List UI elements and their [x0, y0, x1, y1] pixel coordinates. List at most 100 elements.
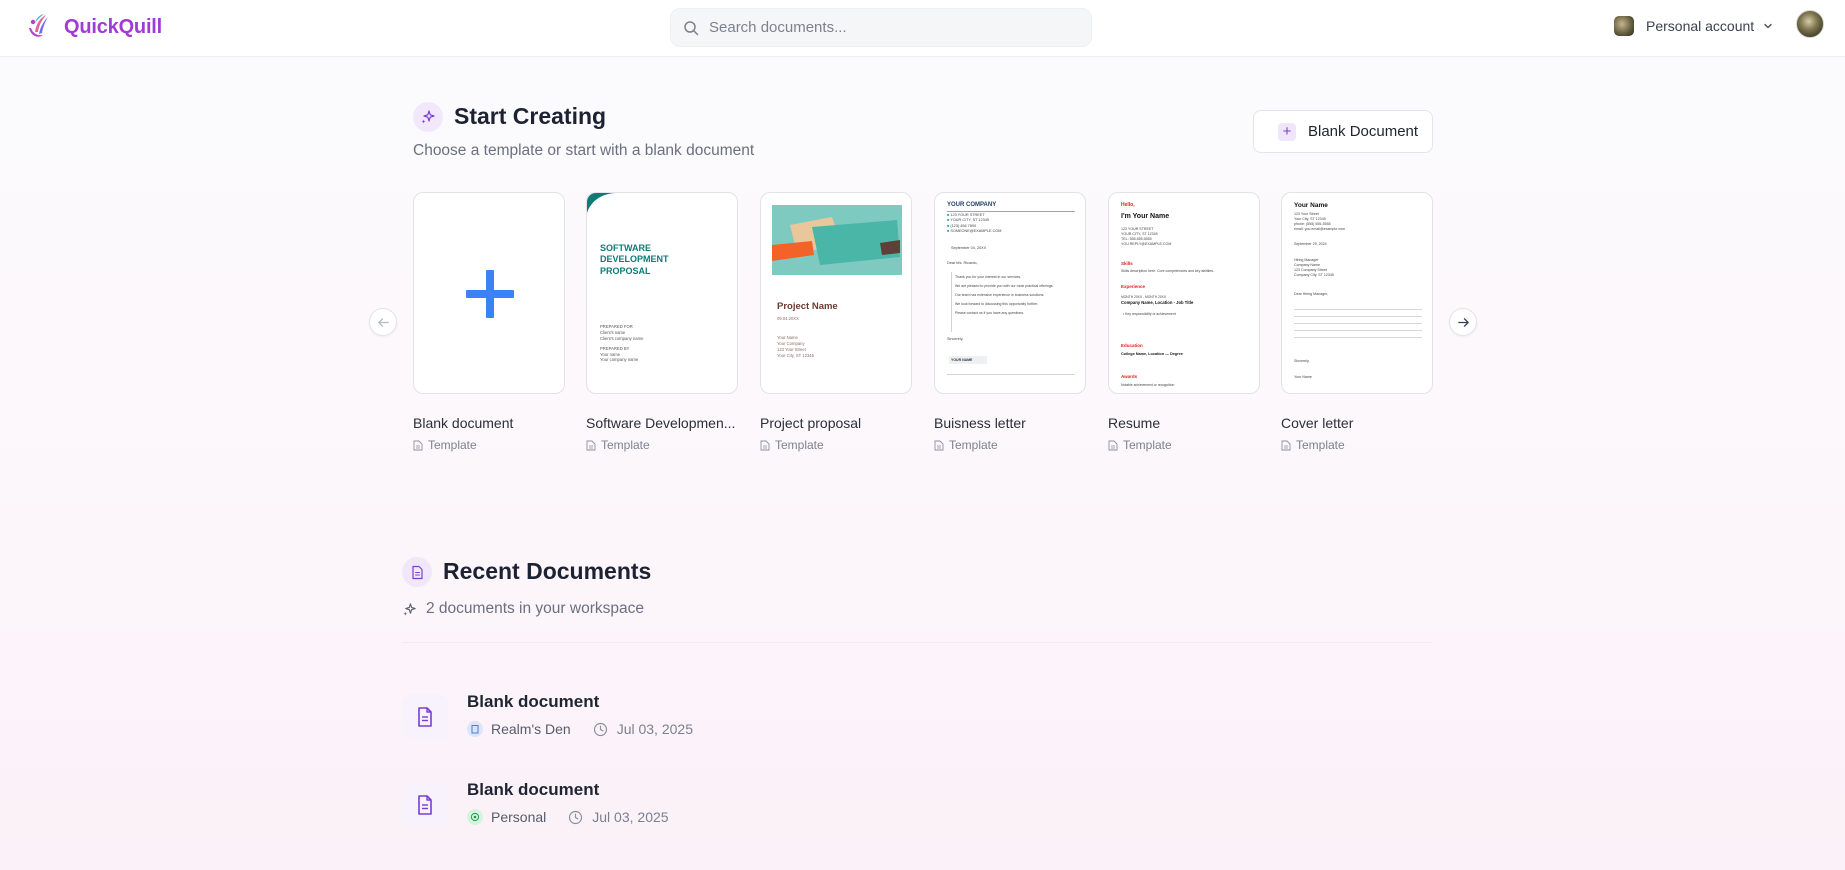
template-thumbnail[interactable]: Your Name 123 Your Street Your City, ST …: [1281, 192, 1433, 394]
thumb-resume-addr-4: YOU.REPLY@EXAMPLE.COM: [1121, 242, 1172, 247]
template-card-cover-letter[interactable]: Your Name 123 Your Street Your City, ST …: [1281, 192, 1433, 452]
document-icon: [402, 557, 432, 587]
thumb-cover-sign: Sincerely,: [1294, 359, 1310, 363]
document-title[interactable]: Blank document: [467, 692, 599, 712]
document-file-icon: [402, 694, 448, 740]
template-name: Blank document: [413, 415, 514, 431]
template-type-label: Template: [1123, 438, 1172, 452]
template-type-label: Template: [949, 438, 998, 452]
template-name: Project proposal: [760, 415, 862, 431]
thumb-project-line-4: Your City, ST 12345: [777, 352, 814, 358]
thumb-resume-hello: Hello,: [1121, 202, 1135, 208]
template-name: Resume: [1108, 415, 1161, 431]
project-cover-art: [772, 205, 902, 275]
template-type: Template: [1108, 438, 1260, 452]
account-label: Personal account: [1646, 18, 1755, 34]
thumb-letter-sign: Sincerely,: [947, 337, 964, 341]
start-creating-subtitle: Choose a template or start with a blank …: [413, 142, 755, 159]
thumb-title-line-3: PROPOSAL: [600, 265, 651, 276]
template-type: Template: [760, 438, 912, 452]
thumb-resume-exp-dates: MONTH 20XX - MONTH 20XX: [1121, 295, 1167, 299]
thumb-letter-p3: Our team has extensive experience in bus…: [955, 293, 1045, 298]
template-type: Template: [586, 438, 738, 452]
clock-icon: [593, 722, 607, 736]
corner-decoration: [587, 193, 615, 213]
template-card-business-letter[interactable]: YOUR COMPANY ■ 123 YOUR STREET ■ YOUR CI…: [934, 192, 1086, 452]
carousel-prev-button[interactable]: [369, 308, 397, 336]
thumb-resume-education: Education: [1121, 343, 1143, 348]
template-type-label: Template: [1296, 438, 1345, 452]
plus-icon: +: [1278, 122, 1296, 141]
template-name: Buisness letter: [934, 415, 1026, 431]
thumb-resume-skills: Skills: [1121, 261, 1133, 266]
template-thumbnail[interactable]: [413, 192, 565, 394]
template-type: Template: [413, 438, 565, 452]
template-card-blank[interactable]: Blank document Template: [413, 192, 565, 452]
thumb-cover-recipient-4: Company City, ST 12345: [1294, 273, 1334, 278]
thumb-resume-experience: Experience: [1121, 284, 1146, 289]
thumb-title-line-2: DEVELOPMENT: [600, 254, 669, 265]
template-thumbnail[interactable]: Hello, I'm Your Name 123 YOUR STREET YOU…: [1108, 192, 1260, 394]
carousel-next-button[interactable]: [1449, 308, 1477, 336]
user-avatar[interactable]: [1796, 10, 1824, 38]
template-thumbnail[interactable]: Project Name 09.04.20XX Your Name Your C…: [760, 192, 912, 394]
document-date: Jul 03, 2025: [592, 809, 669, 825]
thumb-cover-date: September 29, 2024: [1294, 242, 1327, 246]
document-icon: [760, 440, 770, 450]
template-card-software-proposal[interactable]: SOFTWARE DEVELOPMENT PROPOSAL PREPARED F…: [586, 192, 738, 452]
document-icon: [586, 440, 596, 450]
template-name: Cover letter: [1281, 415, 1354, 431]
template-thumbnail[interactable]: SOFTWARE DEVELOPMENT PROPOSAL PREPARED F…: [586, 192, 738, 394]
thumb-cover-sig-name: Your Name: [1294, 375, 1312, 379]
template-type-label: Template: [428, 438, 477, 452]
document-title[interactable]: Blank document: [467, 780, 599, 800]
thumb-letter-p4: We look forward to discussing this oppor…: [955, 302, 1039, 307]
thumb-resume-edu-text: College Name, Location — Degree: [1121, 352, 1183, 356]
arrow-left-icon: [377, 317, 389, 327]
template-card-project-proposal[interactable]: Project Name 09.04.20XX Your Name Your C…: [760, 192, 912, 452]
thumb-project-name: Project Name: [777, 301, 838, 312]
document-date: Jul 03, 2025: [616, 721, 693, 737]
template-card-resume[interactable]: Hello, I'm Your Name 123 YOUR STREET YOU…: [1108, 192, 1260, 452]
thumb-resume-awards-text: Notable achievement or recognition: [1121, 383, 1175, 387]
document-icon: [413, 440, 423, 450]
recent-document-row[interactable]: Blank document Personal Jul 03, 2025: [402, 780, 1102, 840]
top-bar: QuickQuill Personal account: [0, 0, 1845, 57]
search-icon: [684, 20, 699, 35]
search-input[interactable]: [709, 19, 1069, 36]
sparkles-icon: [413, 102, 443, 132]
template-thumbnail[interactable]: YOUR COMPANY ■ 123 YOUR STREET ■ YOUR CI…: [934, 192, 1086, 394]
search-bar[interactable]: [670, 8, 1092, 47]
document-icon: [1281, 440, 1291, 450]
template-type: Template: [934, 438, 1086, 452]
thumb-cover-greeting: Dear Hiring Manager,: [1294, 292, 1329, 296]
thumb-resume-exp-title: Company Name, Location - Job Title: [1121, 300, 1194, 305]
blank-document-button[interactable]: + Blank Document: [1253, 110, 1433, 153]
account-switcher[interactable]: Personal account: [1614, 16, 1774, 36]
account-image: [1614, 16, 1634, 36]
recent-document-row[interactable]: Blank document Realm's Den Jul 03, 2025: [402, 692, 1102, 752]
thumb-project-date: 09.04.20XX: [777, 316, 799, 321]
thumb-cover-name: Your Name: [1294, 202, 1328, 209]
recent-documents-subtitle: 2 documents in your workspace: [402, 600, 644, 618]
thumb-your-company: Your company name: [600, 357, 639, 363]
thumb-letter-p5: Please contact us if you have any questi…: [955, 311, 1025, 316]
building-icon: [467, 721, 483, 737]
thumb-resume-awards: Awards: [1121, 374, 1138, 379]
template-type-label: Template: [775, 438, 824, 452]
document-icon: [1108, 440, 1118, 450]
thumb-letter-p1: Thank you for your interest in our servi…: [955, 275, 1022, 279]
thumb-resume-skills-text: Skills description here. Core competenci…: [1121, 269, 1214, 273]
start-creating-title: Start Creating: [454, 103, 607, 129]
thumb-resume-name: I'm Your Name: [1121, 213, 1170, 220]
document-file-icon: [402, 782, 448, 828]
workspace-name: Realm's Den: [491, 721, 571, 737]
app-logo[interactable]: QuickQuill: [24, 12, 162, 42]
quill-logo-icon: [29, 14, 48, 37]
clock-icon: [569, 810, 583, 824]
workspace-name: Personal: [491, 809, 547, 825]
thumb-letter-p2: We are pleased to provide you with our m…: [955, 284, 1054, 289]
document-meta: Personal Jul 03, 2025: [467, 809, 669, 825]
thumb-cover-addr-4: email: you.email@example.com: [1294, 227, 1345, 232]
recent-documents-count: 2 documents in your workspace: [426, 600, 644, 617]
